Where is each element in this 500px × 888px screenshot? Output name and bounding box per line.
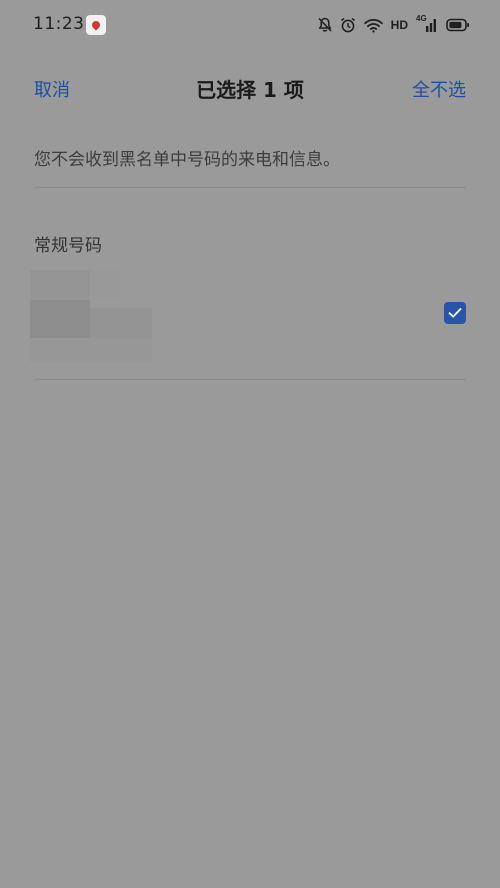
divider <box>34 379 466 380</box>
mute-bell-icon <box>318 17 332 32</box>
battery-icon <box>446 18 469 32</box>
redacted-contact <box>30 270 152 362</box>
alarm-icon <box>340 17 355 33</box>
selection-header: 取消 已选择 1 项 全不选 <box>0 62 500 114</box>
list-item[interactable] <box>0 262 500 372</box>
blacklist-notice: 您不会收到黑名单中号码的来电和信息。 <box>34 150 340 170</box>
map-pin-app-icon <box>86 15 106 35</box>
signal-icon: 4G <box>416 14 438 33</box>
status-icons: HD 4G <box>318 14 470 36</box>
deselect-all-button[interactable]: 全不选 <box>412 76 466 102</box>
divider <box>34 187 466 188</box>
status-time: 11:23 <box>33 14 85 34</box>
status-bar: 11:23 HD 4G <box>0 0 500 50</box>
item-checkbox[interactable] <box>444 302 466 324</box>
checkmark-icon <box>448 308 462 318</box>
hd-label: HD <box>390 18 408 32</box>
section-title-regular-numbers: 常规号码 <box>34 236 102 256</box>
wifi-icon <box>363 18 383 32</box>
